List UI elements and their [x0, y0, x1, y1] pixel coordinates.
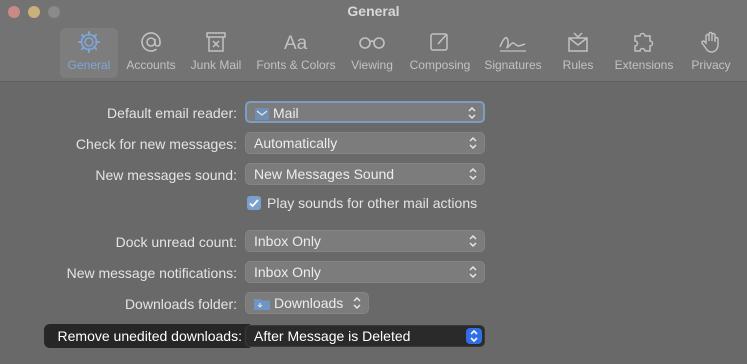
- tab-label: Fonts & Colors: [256, 58, 336, 72]
- notifications-popup[interactable]: Inbox Only: [245, 261, 485, 283]
- messages-sound-value: New Messages Sound: [254, 166, 395, 182]
- tab-rules[interactable]: Rules: [556, 28, 600, 78]
- mail-settings-window: General General Accounts Junk Mail Aa Fo…: [0, 0, 747, 364]
- setting-row-notifications: New message notifications: Inbox Only: [0, 261, 747, 285]
- tab-label: Rules: [562, 58, 594, 72]
- dock-unread-popup[interactable]: Inbox Only: [245, 230, 485, 252]
- downloads-folder-value: Downloads: [274, 295, 344, 311]
- fonts-icon: Aa: [284, 33, 308, 54]
- messages-sound-popup[interactable]: New Messages Sound: [245, 163, 485, 185]
- tab-privacy[interactable]: Privacy: [686, 28, 736, 78]
- window-title: General: [347, 3, 400, 19]
- chevron-updown-icon: [469, 136, 477, 150]
- dock-unread-label: Dock unread count:: [115, 234, 237, 250]
- setting-row-check-messages: Check for new messages: Automatically: [0, 132, 747, 156]
- setting-row-messages-sound: New messages sound: New Messages Sound: [0, 163, 747, 187]
- chevron-updown-icon: [469, 234, 477, 248]
- chevron-updown-icon: [469, 167, 477, 181]
- default-reader-label: Default email reader:: [107, 105, 237, 121]
- downloads-folder-label: Downloads folder:: [124, 296, 237, 312]
- tab-label: Junk Mail: [190, 58, 242, 72]
- checkmark-icon: [249, 199, 259, 208]
- tab-label: Accounts: [126, 58, 176, 72]
- setting-row-default-reader: Default email reader: Mail: [0, 101, 747, 125]
- glasses-icon: [359, 37, 385, 49]
- tab-signatures[interactable]: Signatures: [480, 28, 546, 78]
- tab-accounts[interactable]: Accounts: [122, 28, 180, 78]
- chevron-updown-icon: [469, 265, 477, 279]
- mail-app-icon: [255, 108, 269, 120]
- hand-icon: [701, 31, 719, 53]
- remove-downloads-label: Remove unedited downloads:: [44, 324, 250, 348]
- dock-unread-value: Inbox Only: [254, 233, 321, 249]
- default-reader-popup[interactable]: Mail: [245, 101, 485, 123]
- downloads-folder-popup[interactable]: Downloads: [245, 292, 369, 314]
- messages-sound-label: New messages sound:: [95, 167, 237, 183]
- popup-stepper: [466, 328, 482, 344]
- tab-label: Composing: [409, 58, 471, 72]
- setting-row-dock-unread: Dock unread count: Inbox Only: [0, 230, 747, 254]
- play-sounds-checkbox[interactable]: [247, 196, 261, 210]
- at-icon: [141, 32, 161, 52]
- tab-label: Viewing: [351, 58, 393, 72]
- setting-row-downloads-folder: Downloads folder: Downloads: [0, 292, 747, 316]
- compose-icon: [430, 33, 448, 51]
- tab-label: General: [67, 58, 111, 72]
- tab-junk-mail[interactable]: Junk Mail: [184, 28, 248, 78]
- chevron-updown-icon: [468, 106, 476, 120]
- tab-label: Signatures: [484, 58, 542, 72]
- remove-downloads-popup[interactable]: After Message is Deleted: [245, 325, 485, 347]
- gear-icon: [78, 31, 100, 53]
- folder-icon: [254, 299, 270, 310]
- tab-viewing[interactable]: Viewing: [346, 28, 398, 78]
- tab-extensions[interactable]: Extensions: [610, 28, 678, 78]
- puzzle-icon: [634, 32, 654, 52]
- check-messages-label: Check for new messages:: [75, 136, 237, 152]
- tab-composing[interactable]: Composing: [406, 28, 474, 78]
- toolbar: General General Accounts Junk Mail Aa Fo…: [0, 0, 747, 82]
- tab-general[interactable]: General: [60, 28, 118, 78]
- check-messages-popup[interactable]: Automatically: [245, 132, 485, 154]
- tab-label: Privacy: [691, 58, 731, 72]
- default-reader-value: Mail: [273, 105, 299, 121]
- tab-fonts-colors[interactable]: Aa Fonts & Colors: [252, 28, 340, 78]
- check-messages-value: Automatically: [254, 135, 338, 151]
- rules-icon: [568, 32, 588, 52]
- chevron-updown-icon: [353, 296, 361, 310]
- notifications-label: New message notifications:: [66, 265, 237, 281]
- tab-label: Extensions: [614, 58, 674, 72]
- notifications-value: Inbox Only: [254, 264, 321, 280]
- trash-icon: [206, 32, 226, 52]
- svg-text:Aa: Aa: [284, 33, 308, 54]
- chevron-updown-icon: [470, 329, 478, 343]
- signature-icon: [499, 36, 526, 52]
- play-sounds-label: Play sounds for other mail actions: [267, 195, 478, 211]
- remove-downloads-value: After Message is Deleted: [254, 328, 411, 344]
